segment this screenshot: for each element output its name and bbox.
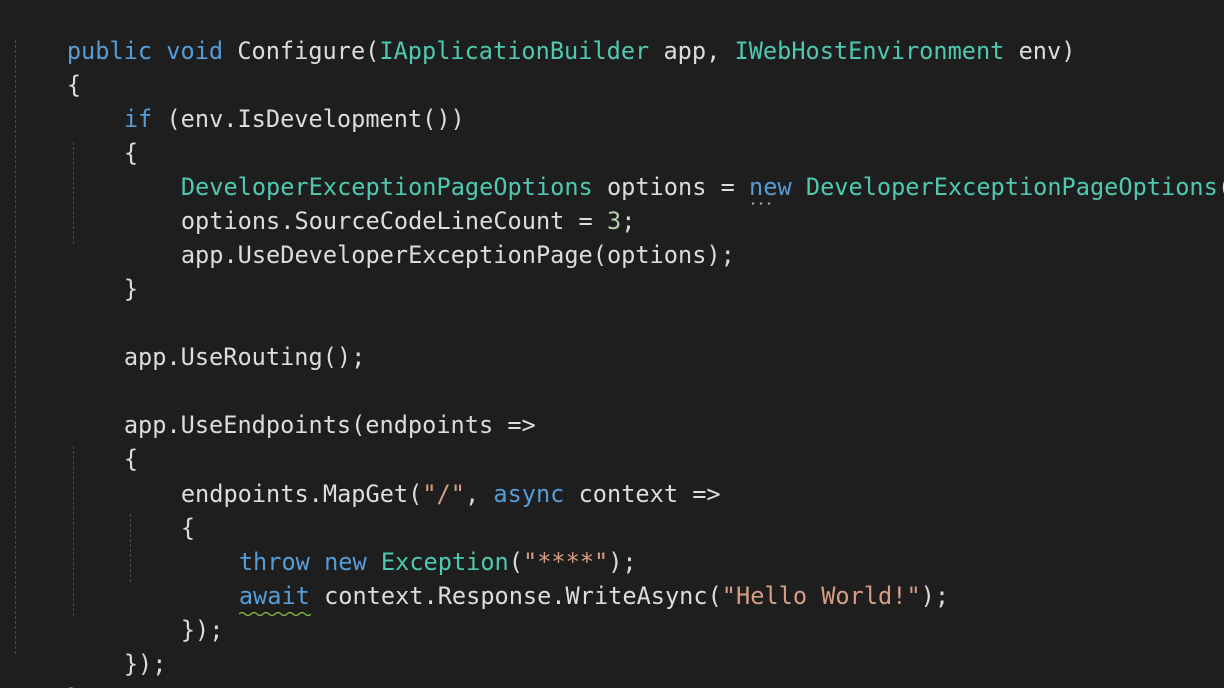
code-line-19[interactable]: }); xyxy=(67,613,167,678)
identifier-token: (); xyxy=(1218,173,1224,201)
brace-token: } xyxy=(67,684,81,688)
brace-token: }); xyxy=(180,616,224,644)
type-token: IWebHostEnvironment xyxy=(734,37,1005,65)
code-line-15[interactable]: { xyxy=(124,477,195,542)
code-line-7[interactable]: app.UseDeveloperExceptionPage(options); xyxy=(124,204,735,269)
identifier-token: Configure( xyxy=(223,37,380,65)
code-line-2[interactable]: { xyxy=(10,34,81,99)
identifier-token: context.Response.WriteAsync( xyxy=(309,582,722,610)
identifier-token: app.UseRouting(); xyxy=(123,343,366,371)
code-line-1[interactable]: public void Configure(IApplicationBuilde… xyxy=(10,0,1076,65)
code-line-13[interactable]: { xyxy=(67,408,138,473)
identifier-token: (env.IsDevelopment()) xyxy=(152,105,465,133)
brace-token: }); xyxy=(123,650,167,678)
punctuation-token: ); xyxy=(920,582,950,610)
code-line-18[interactable]: }); xyxy=(124,579,224,644)
code-line-10[interactable]: app.UseRouting(); xyxy=(67,306,365,371)
type-token: DeveloperExceptionPageOptions xyxy=(805,173,1218,201)
identifier-token: endpoints.MapGet( xyxy=(180,480,423,508)
type-token: IApplicationBuilder xyxy=(379,37,650,65)
keyword-token: void xyxy=(166,37,224,65)
brace-token: } xyxy=(123,275,139,303)
keyword-token: async xyxy=(493,480,565,508)
code-line-5[interactable]: DeveloperExceptionPageOptions options = … xyxy=(124,136,1224,205)
code-line-8[interactable]: } xyxy=(67,238,138,303)
punctuation-token: , xyxy=(464,480,494,508)
code-line-16[interactable]: throw new Exception("****"); xyxy=(182,511,637,576)
code-line-17[interactable]: await context.Response.WriteAsync("Hello… xyxy=(182,545,949,616)
keyword-token-with-warning-squiggle[interactable]: await xyxy=(238,579,311,616)
code-line-12[interactable]: app.UseEndpoints(endpoints => xyxy=(67,374,536,439)
code-line-20[interactable]: } xyxy=(10,647,81,688)
code-line-3[interactable]: if (env.IsDevelopment()) xyxy=(67,68,465,133)
code-line-6[interactable]: options.SourceCodeLineCount = 3; xyxy=(124,170,636,235)
warning-squiggle-icon xyxy=(238,611,311,616)
identifier-token: app.UseDeveloperExceptionPage(options); xyxy=(180,241,735,269)
identifier-token: context => xyxy=(564,480,721,508)
keyword-token-with-suggestion-dots[interactable]: new xyxy=(749,170,792,205)
identifier-token: env) xyxy=(1004,37,1076,65)
string-token: "/" xyxy=(422,480,465,508)
identifier-token: app.UseEndpoints(endpoints => xyxy=(123,411,536,439)
keyword-text: await xyxy=(238,582,310,610)
identifier-token: app, xyxy=(649,37,735,65)
code-line-4[interactable]: { xyxy=(67,102,138,167)
code-editor[interactable]: public void Configure(IApplicationBuilde… xyxy=(0,0,1224,688)
code-line-14[interactable]: endpoints.MapGet("/", async context => xyxy=(124,443,721,508)
string-token: "Hello World!" xyxy=(721,582,921,610)
